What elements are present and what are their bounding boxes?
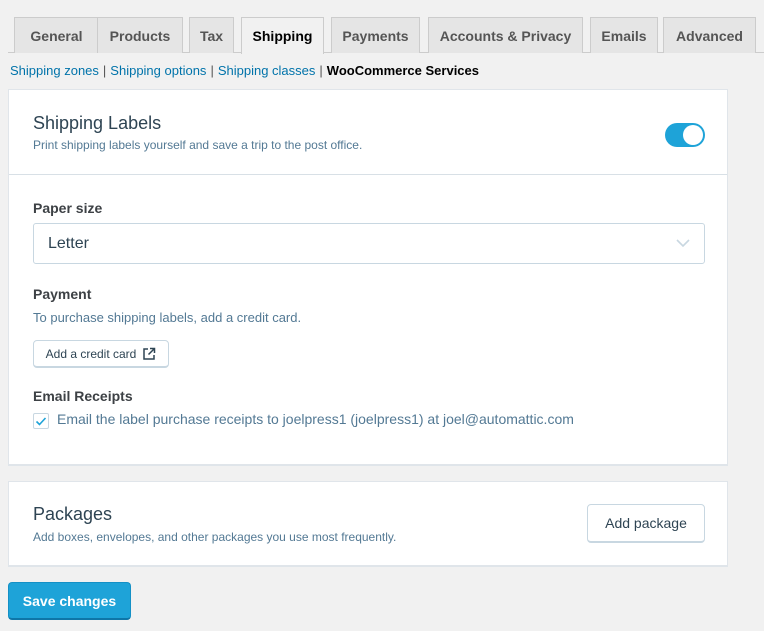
- external-link-icon: [143, 347, 156, 360]
- subnav-separator: |: [319, 63, 323, 78]
- subnav-separator: |: [210, 63, 214, 78]
- tab-accounts-privacy[interactable]: Accounts & Privacy: [428, 17, 583, 53]
- tab-general[interactable]: General: [14, 17, 99, 53]
- tab-products[interactable]: Products: [97, 17, 183, 53]
- shipping-subnav: Shipping zones | Shipping options | Shipping…: [10, 63, 479, 78]
- shipping-labels-title: Shipping Labels: [33, 113, 162, 133]
- paper-size-label: Paper size: [33, 200, 103, 216]
- subnav-separator: |: [102, 63, 107, 78]
- add-credit-card-label: Add a credit card: [45, 346, 137, 361]
- settings-tabs: General Products Tax Shipping Payments A…: [8, 17, 764, 54]
- tab-emails[interactable]: Emails: [590, 17, 658, 53]
- subnav-shipping-classes[interactable]: Shipping classes: [218, 63, 316, 78]
- email-receipts-label: Email Receipts: [33, 388, 133, 404]
- paper-size-select[interactable]: Letter: [33, 223, 705, 264]
- email-receipts-text: Email the label purchase receipts to joe…: [57, 411, 574, 427]
- payment-label: Payment: [33, 286, 92, 302]
- save-changes-button[interactable]: Save changes: [8, 582, 131, 620]
- tab-tax[interactable]: Tax: [189, 17, 234, 53]
- subnav-shipping-zones[interactable]: Shipping zones: [10, 63, 99, 78]
- tab-payments[interactable]: Payments: [331, 17, 420, 53]
- subnav-shipping-options[interactable]: Shipping options: [110, 63, 206, 78]
- add-credit-card-button[interactable]: Add a credit card: [33, 340, 169, 368]
- shipping-labels-toggle[interactable]: [665, 123, 705, 147]
- subnav-woocommerce-services: WooCommerce Services: [326, 63, 479, 78]
- checkmark-icon: [35, 417, 47, 426]
- shipping-labels-header: Shipping Labels Print shipping labels yo…: [9, 90, 727, 175]
- email-receipts-checkbox[interactable]: [33, 413, 49, 429]
- add-package-button[interactable]: Add package: [587, 504, 705, 543]
- shipping-labels-card: Shipping Labels Print shipping labels yo…: [8, 89, 728, 465]
- packages-title: Packages: [33, 504, 113, 524]
- packages-card: Packages Add boxes, envelopes, and other…: [8, 481, 728, 566]
- shipping-labels-description: Print shipping labels yourself and save …: [33, 138, 363, 152]
- payment-help: To purchase shipping labels, add a credi…: [33, 310, 302, 325]
- toggle-knob: [683, 125, 703, 145]
- packages-description: Add boxes, envelopes, and other packages…: [33, 530, 397, 544]
- tab-shipping[interactable]: Shipping: [241, 17, 324, 54]
- tab-advanced[interactable]: Advanced: [663, 17, 756, 53]
- paper-size-value: Letter: [48, 234, 89, 252]
- chevron-down-icon: [676, 239, 690, 248]
